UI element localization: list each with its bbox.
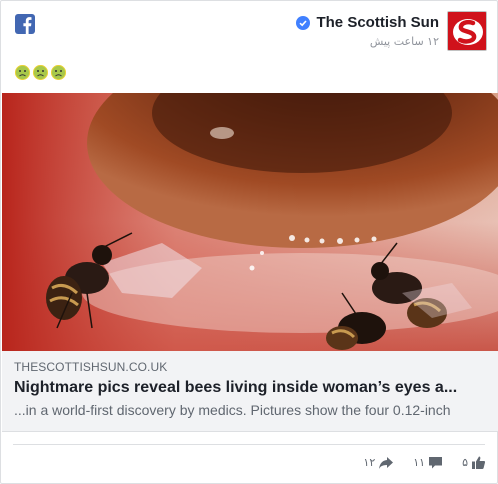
facebook-logo-icon[interactable]: [15, 14, 35, 34]
link-title[interactable]: Nightmare pics reveal bees living inside…: [14, 379, 490, 397]
post-footer: ۱۲ ۱۱ ۵: [343, 456, 485, 469]
verified-badge-icon: [296, 15, 311, 30]
share-count-value: ۱۲: [363, 456, 376, 469]
link-preview-image[interactable]: [2, 93, 498, 351]
link-preview[interactable]: THESCOTTISHSUN.CO.UK Nightmare pics reve…: [2, 351, 498, 432]
worried-face-icon: [33, 65, 48, 80]
post-header: The Scottish Sun ۱۲ ساعت پیش: [296, 11, 487, 51]
thumbs-up-icon: [472, 456, 485, 469]
link-domain: THESCOTTISHSUN.CO.UK: [14, 360, 168, 374]
share-arrow-icon: [379, 456, 394, 469]
comment-count-value: ۱۱: [413, 456, 426, 469]
comment-count[interactable]: ۱۱: [413, 456, 443, 469]
worried-face-icon: [51, 65, 66, 80]
footer-divider: [13, 444, 485, 445]
like-count-value: ۵: [462, 456, 468, 469]
link-description: ...in a world-first discovery by medics.…: [14, 402, 451, 418]
like-count[interactable]: ۵: [462, 456, 485, 469]
share-count[interactable]: ۱۲: [363, 456, 394, 469]
page-avatar[interactable]: [447, 11, 487, 51]
post-card: The Scottish Sun ۱۲ ساعت پیش THESCOTTISH…: [0, 0, 498, 484]
post-timestamp[interactable]: ۱۲ ساعت پیش: [296, 35, 439, 48]
worried-face-icon: [15, 65, 30, 80]
post-emoji-text: [15, 65, 69, 80]
comment-icon: [429, 456, 443, 469]
page-name-link[interactable]: The Scottish Sun: [316, 14, 439, 31]
